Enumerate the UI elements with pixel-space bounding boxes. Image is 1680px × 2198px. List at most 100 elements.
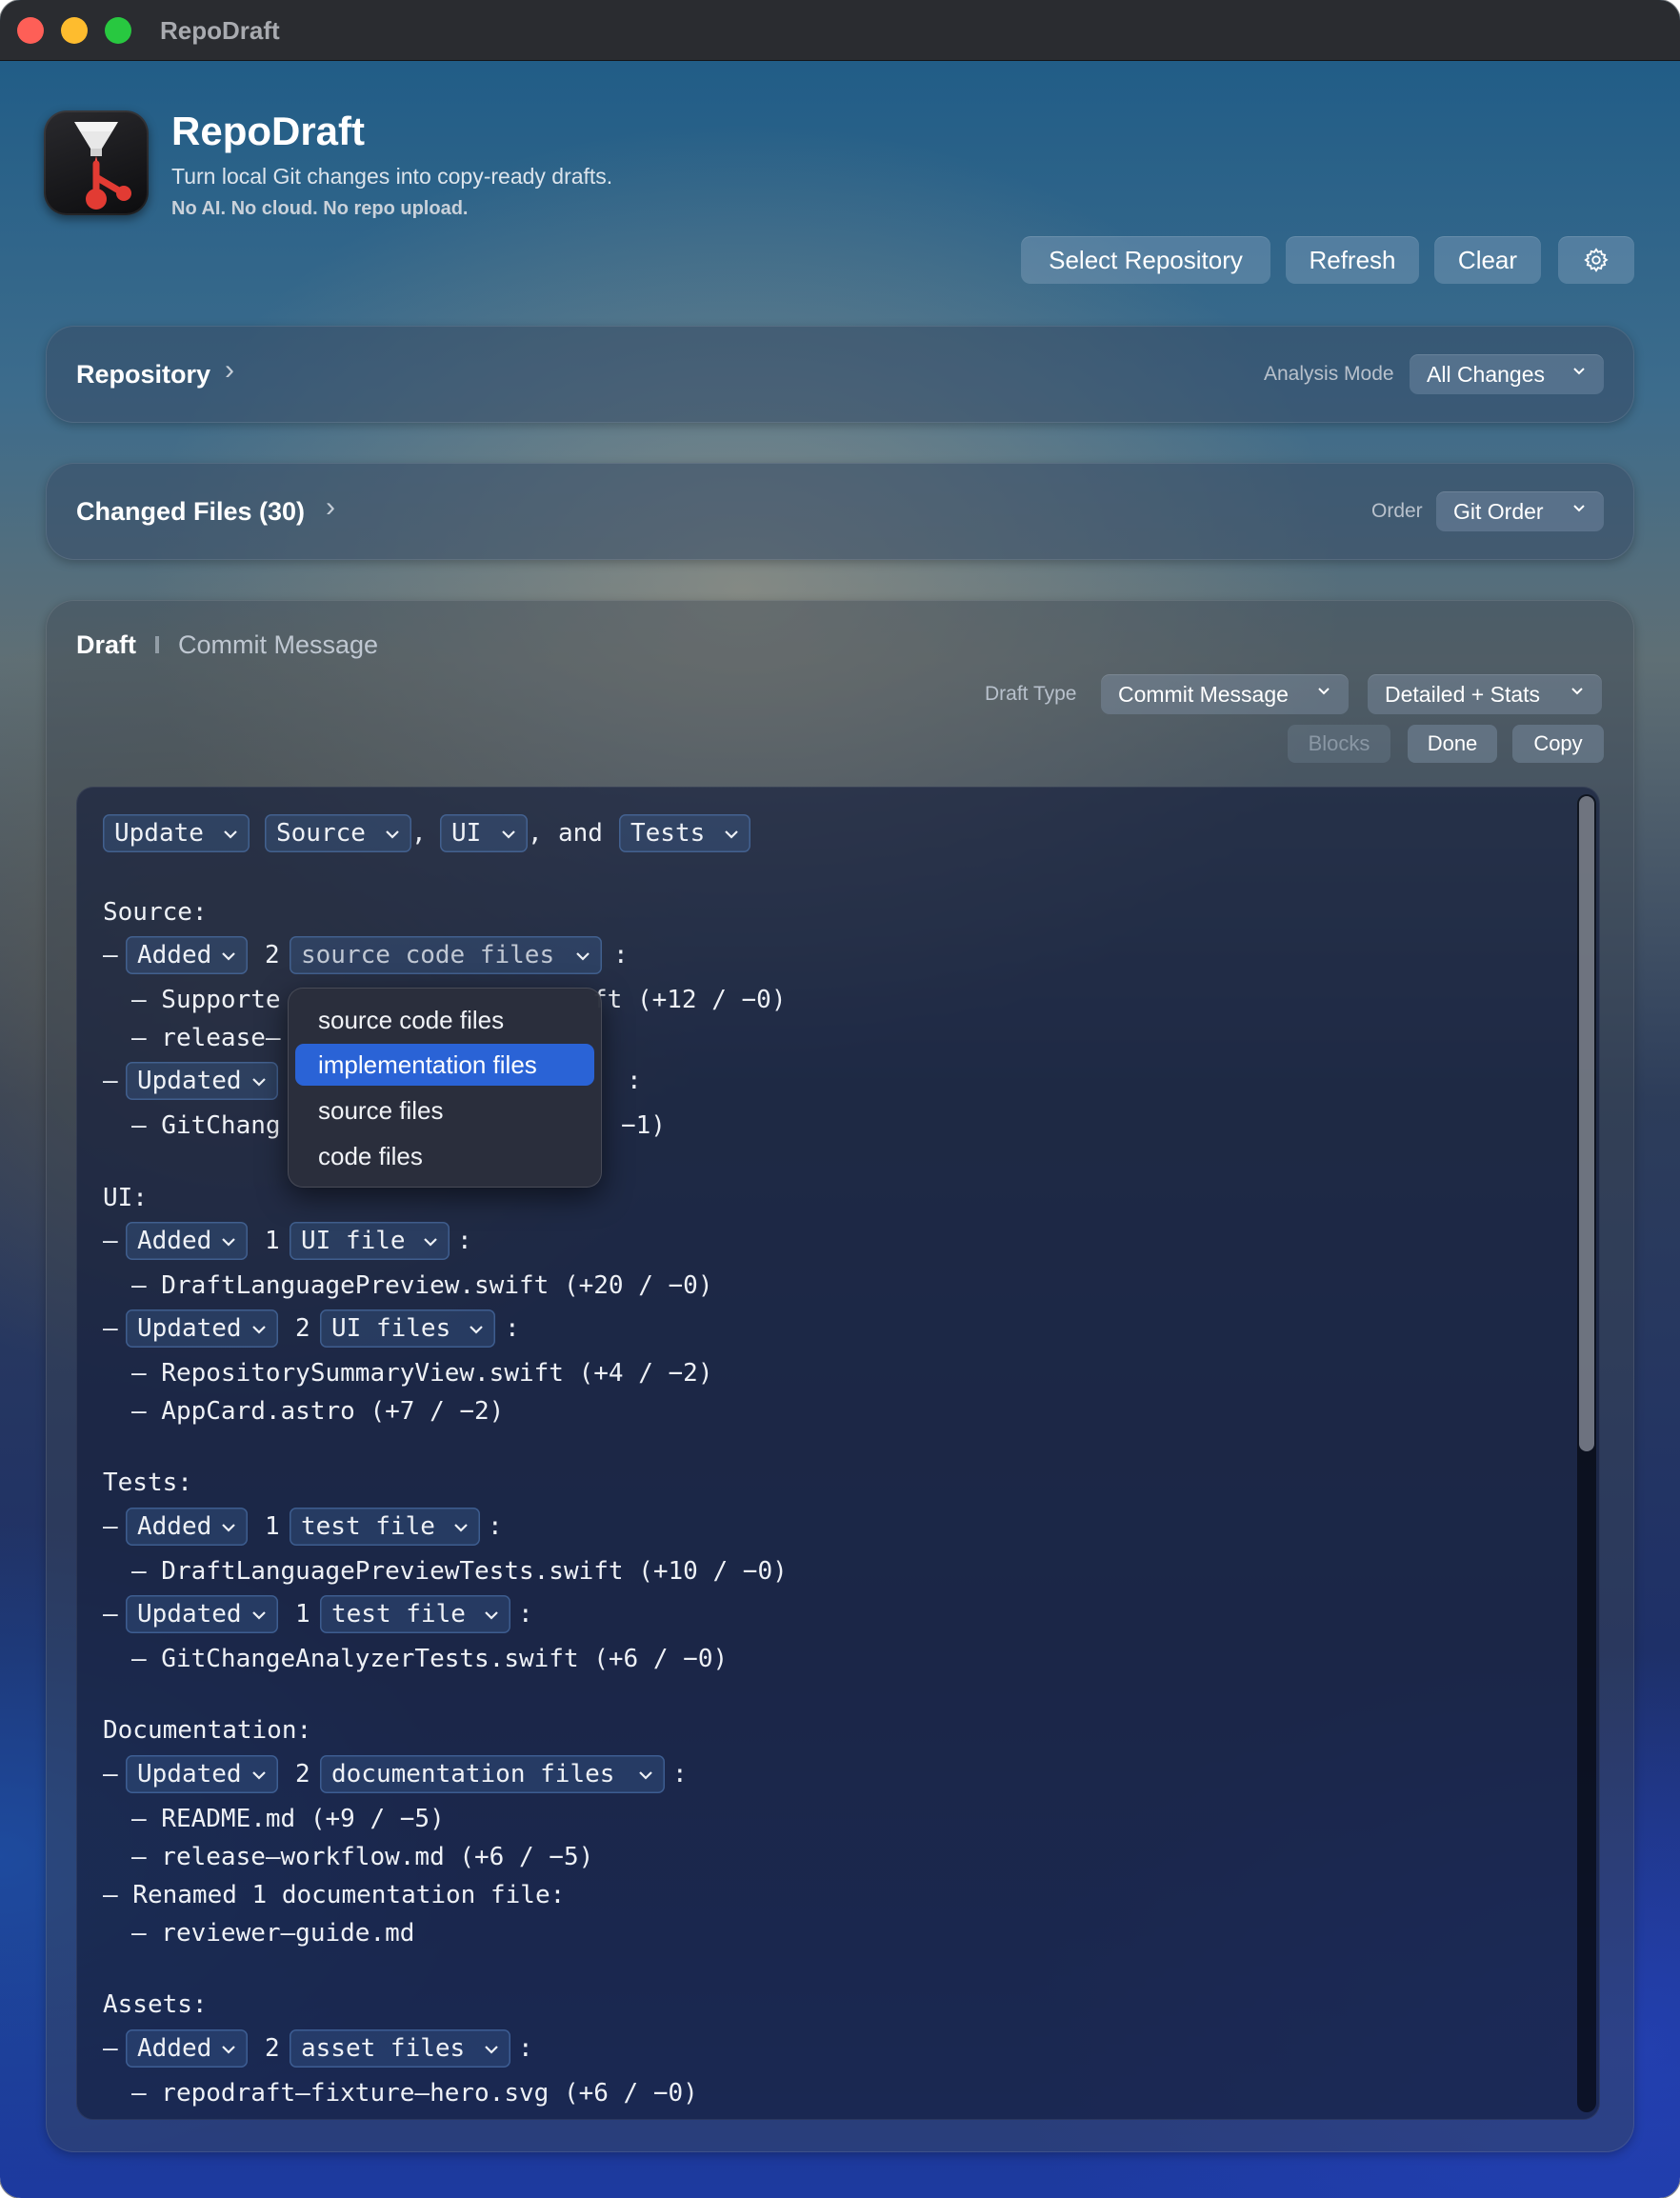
draft-type-select[interactable]: Commit Message (1101, 674, 1349, 714)
detail-level-select[interactable]: Detailed + Stats (1368, 674, 1602, 714)
category-token[interactable]: Source (265, 814, 411, 852)
section-heading: UI: (103, 1184, 148, 1212)
token-text: source code files (301, 941, 555, 969)
menu-item-implementation-files[interactable]: implementation files (295, 1044, 594, 1086)
token-text: test file (301, 1512, 435, 1541)
verb-token[interactable]: Updated (126, 1755, 278, 1793)
chevron-right-icon[interactable]: › (225, 354, 234, 387)
chevron-down-icon (222, 2046, 235, 2054)
chevron-down-icon (485, 2046, 498, 2054)
order-select[interactable]: Git Order (1436, 491, 1604, 531)
category-token[interactable]: UI (440, 814, 528, 852)
kind-token[interactable]: test file (320, 1595, 510, 1633)
token-text: Updated (137, 1760, 242, 1788)
file-count: 1 (265, 1512, 280, 1541)
kind-token[interactable]: source code files (290, 936, 602, 974)
menu-item-source-code-files[interactable]: source code files (295, 999, 594, 1041)
verb-token[interactable]: Added (126, 1508, 248, 1546)
colon: : (518, 1600, 533, 1629)
colon: : (488, 1512, 503, 1541)
section-heading: Assets: (103, 1990, 208, 2019)
title-separator (155, 636, 159, 653)
kind-token[interactable]: test file (290, 1508, 480, 1546)
change-line: – Updated 1 test file : (103, 1595, 674, 1633)
chevron-down-icon (386, 830, 399, 839)
verb-token[interactable]: Updated (126, 1595, 278, 1633)
colon: : (505, 1314, 520, 1343)
kind-token[interactable]: UI files (320, 1309, 495, 1348)
file-count: 1 (265, 1227, 280, 1255)
file-line: – GitChang (131, 1111, 281, 1140)
token-text: Added (137, 1512, 212, 1541)
section-heading: Documentation: (103, 1716, 312, 1745)
done-button[interactable]: Done (1408, 725, 1497, 763)
category-token[interactable]: Tests (619, 814, 750, 852)
chevron-down-icon (1573, 368, 1585, 375)
copy-button[interactable]: Copy (1512, 725, 1604, 763)
app-name: RepoDraft (171, 109, 366, 153)
minimize-window-button[interactable] (61, 17, 88, 44)
verb-token[interactable]: Update (103, 814, 250, 852)
order-label: Order (1371, 500, 1423, 522)
chevron-right-icon[interactable]: › (326, 491, 335, 524)
close-window-button[interactable] (17, 17, 44, 44)
dash: – (103, 1314, 118, 1343)
chevron-down-icon (485, 1611, 498, 1620)
change-line: – Added 2 asset files : (103, 2029, 674, 2068)
change-line: – Updated 2 UI files : (103, 1309, 674, 1348)
file-line: – RepositorySummaryView.swift (+4 / −2) (131, 1359, 713, 1388)
verb-token[interactable]: Updated (126, 1062, 278, 1100)
token-text: Update (114, 819, 204, 848)
verb-token[interactable]: Added (126, 1222, 248, 1260)
chevron-down-icon (470, 1326, 483, 1334)
comma: , (528, 819, 543, 848)
file-line: – repodraft–fixture–hero.svg (+6 / −0) (131, 2079, 698, 2108)
kind-token[interactable]: asset files (290, 2029, 510, 2068)
chevron-down-icon (252, 1078, 266, 1087)
chevron-down-icon (224, 830, 237, 839)
verb-token[interactable]: Updated (126, 1309, 278, 1348)
section-heading: Tests: (103, 1469, 192, 1497)
repository-title[interactable]: Repository (76, 360, 210, 390)
blocks-button[interactable]: Blocks (1288, 725, 1390, 763)
window-title: RepoDraft (160, 16, 280, 45)
kind-token[interactable]: UI file (290, 1222, 450, 1260)
verb-token[interactable]: Added (126, 2029, 248, 2068)
token-text: asset files (301, 2034, 466, 2063)
file-line: – README.md (+9 / −5) (131, 1805, 445, 1833)
menu-item-code-files[interactable]: code files (295, 1135, 594, 1177)
chevron-down-icon (222, 1524, 235, 1532)
settings-button[interactable] (1558, 236, 1634, 284)
file-line: – DraftLanguagePreviewTests.swift (+10 /… (131, 1557, 788, 1586)
file-count: 1 (295, 1600, 310, 1629)
refresh-button[interactable]: Refresh (1286, 236, 1419, 284)
chevron-down-icon (576, 952, 590, 961)
chevron-down-icon (725, 830, 738, 839)
token-text: Source (276, 819, 366, 848)
kind-token[interactable]: documentation files (320, 1755, 665, 1793)
chevron-down-icon (252, 1326, 266, 1334)
verb-token[interactable]: Added (126, 936, 248, 974)
file-line: – AppCard.astro (+7 / −2) (131, 1397, 505, 1426)
chevron-down-icon (1571, 688, 1583, 695)
app-tagline: Turn local Git changes into copy-ready d… (171, 164, 613, 189)
clear-button[interactable]: Clear (1434, 236, 1541, 284)
select-repository-button[interactable]: Select Repository (1021, 236, 1270, 284)
app-window: RepoDraft RepoDraft Turn local Git chang… (0, 0, 1680, 2198)
chevron-down-icon (424, 1238, 437, 1247)
token-text: UI files (331, 1314, 451, 1343)
chevron-down-icon (1318, 688, 1330, 695)
scrollbar-thumb[interactable] (1579, 796, 1594, 1451)
analysis-mode-select[interactable]: All Changes (1410, 354, 1604, 394)
file-line: – Supporte (131, 986, 281, 1014)
token-text: UI file (301, 1227, 406, 1255)
changed-files-title[interactable]: Changed Files (30) (76, 497, 305, 527)
summary-line: Update Source , UI , and Tests (103, 814, 770, 852)
dash: – (103, 1760, 118, 1788)
menu-item-source-files[interactable]: source files (295, 1089, 594, 1131)
analysis-mode-label: Analysis Mode (1264, 363, 1394, 385)
chevron-down-icon (252, 1771, 266, 1780)
zoom-window-button[interactable] (105, 17, 131, 44)
file-line-tail: −1) (621, 1111, 666, 1140)
colon: : (613, 941, 629, 969)
